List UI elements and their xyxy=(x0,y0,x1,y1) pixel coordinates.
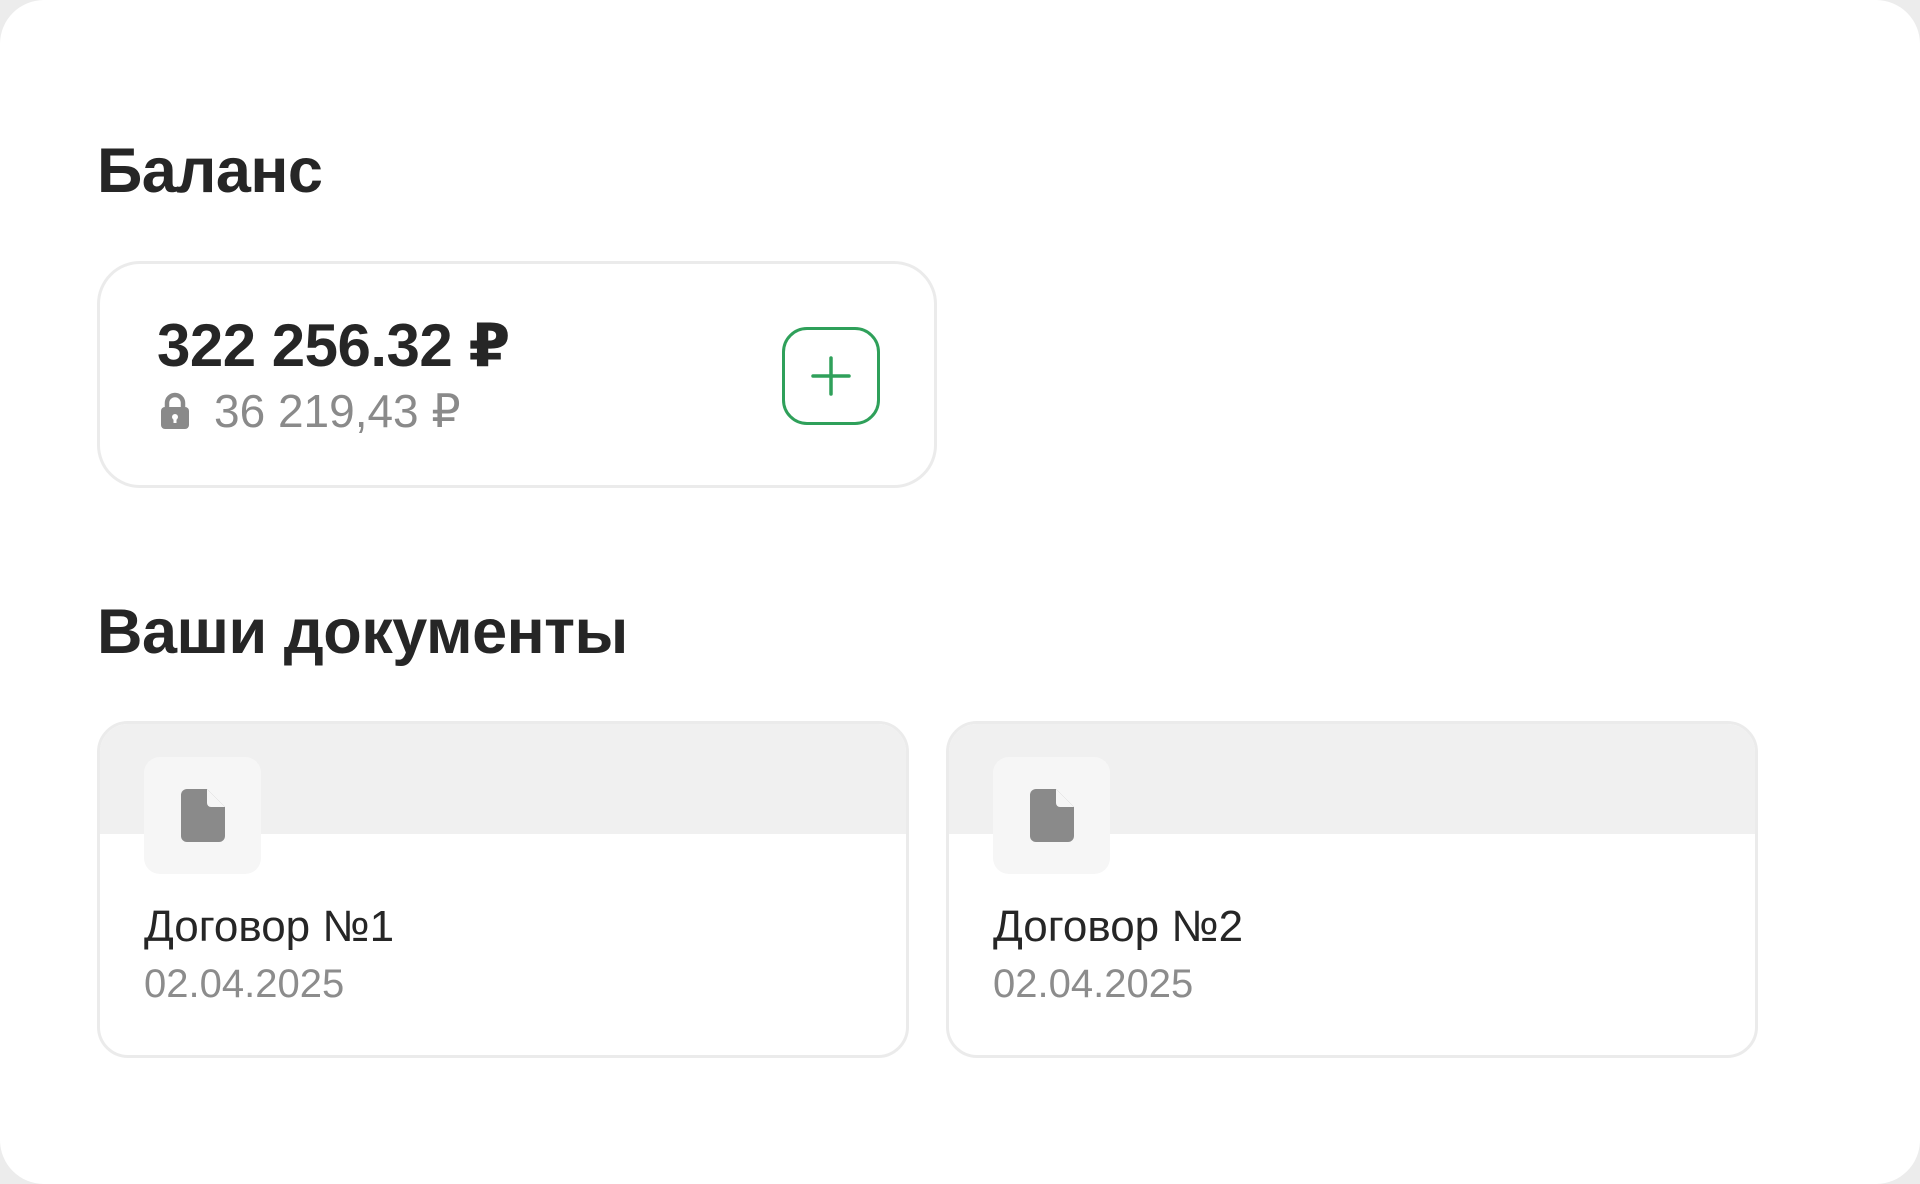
document-icon-tile xyxy=(144,757,261,874)
balance-card: 322 256.32 ₽ 36 219,43 ₽ xyxy=(97,261,937,488)
document-icon xyxy=(1029,789,1074,842)
plus-icon xyxy=(811,356,851,396)
document-icon xyxy=(180,789,225,842)
blocked-funds-row: 36 219,43 ₽ xyxy=(160,388,461,434)
document-date: 02.04.2025 xyxy=(993,962,1194,1006)
lock-icon xyxy=(161,392,189,429)
balance-title: Баланс xyxy=(97,136,323,206)
document-title: Договор №1 xyxy=(144,902,395,951)
blocked-amount: 36 219,43 ₽ xyxy=(214,385,461,437)
balance-amount: 322 256.32 ₽ xyxy=(157,312,510,379)
document-icon-tile xyxy=(993,757,1110,874)
main-panel: Баланс 322 256.32 ₽ 36 219,43 ₽ Ваши док… xyxy=(0,0,1920,1184)
document-title: Договор №2 xyxy=(993,902,1244,951)
documents-title: Ваши документы xyxy=(97,597,628,667)
document-card[interactable]: Договор №1 02.04.2025 xyxy=(97,721,909,1058)
document-card[interactable]: Договор №2 02.04.2025 xyxy=(946,721,1758,1058)
top-up-button[interactable] xyxy=(782,327,880,425)
document-date: 02.04.2025 xyxy=(144,962,345,1006)
